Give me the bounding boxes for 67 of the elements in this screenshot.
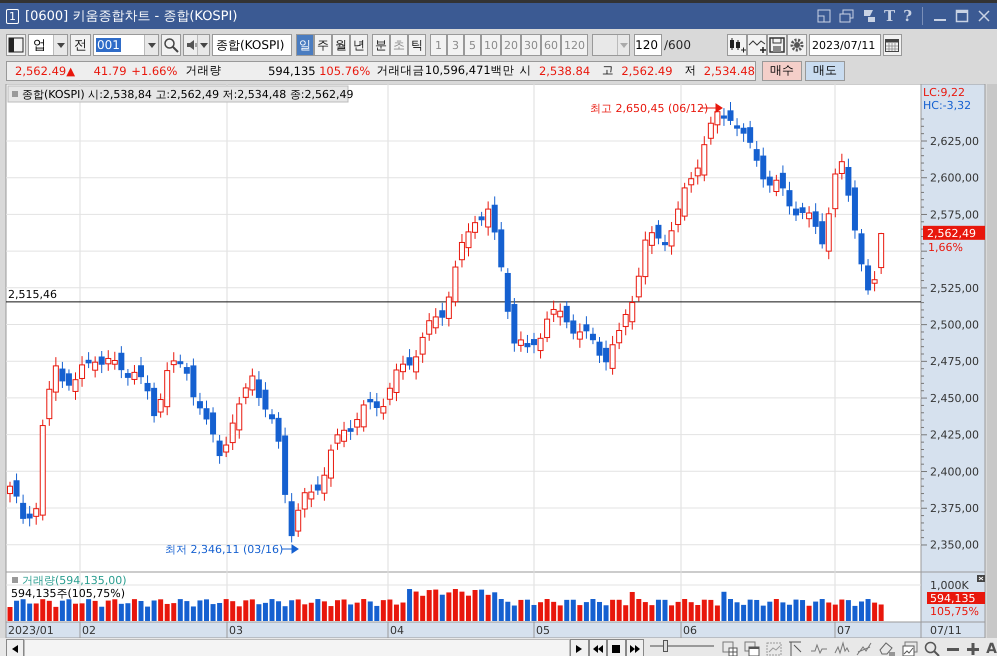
price-axis-label: 2,375,00 <box>930 502 979 515</box>
date-axis-label: 04 <box>390 624 404 637</box>
unit-button[interactable]: 틱 <box>408 34 426 56</box>
code-input-field[interactable]: 001 <box>93 34 159 56</box>
period-tab[interactable]: 월 <box>332 34 350 56</box>
volume-label: 거래량 <box>184 63 222 78</box>
unit-button[interactable]: 분 <box>372 34 390 56</box>
current-price: 2,562.49 <box>15 64 66 78</box>
legend-label: 종합(KOSPI) 시:2,538,84 고:2,562,49 저:2,534,48 종:2,562,49 <box>8 86 354 102</box>
period-tab[interactable]: 주 <box>314 34 332 56</box>
trade-value-label: 거래대금 <box>375 63 424 78</box>
date-axis-label: 06 <box>683 624 697 637</box>
date-axis-end-label: 07/11 <box>930 624 962 637</box>
volume-legend: 거래량(594,135,00) <box>22 574 127 587</box>
price-axis-label: 2,500,00 <box>930 318 979 332</box>
date-axis-label: 2023/01 <box>8 624 54 637</box>
volume-value: 594,135 <box>267 64 316 78</box>
high-annotation: 최고 2,650,45 (06/12) <box>590 102 708 115</box>
change-percent-label: 1,66% <box>928 240 963 254</box>
sell-button[interactable]: 매도 <box>805 60 845 80</box>
buy-button[interactable]: 매수 <box>762 60 802 80</box>
window-number: 1 <box>6 8 19 24</box>
horizontal-line-label: 2,515,46 <box>8 288 57 301</box>
count-field[interactable]: 120 <box>634 34 662 56</box>
total-count: /600 <box>664 38 691 52</box>
name-field[interactable]: 종합(KOSPI) <box>212 34 292 56</box>
price-axis-label: 2,575,00 <box>930 208 979 222</box>
market-dropdown[interactable]: 업 <box>28 34 68 56</box>
trade-value: 10,596,471백만 <box>424 63 515 78</box>
lc-label: LC:9,22 <box>923 86 966 99</box>
hc-label: HC:-3,32 <box>923 99 972 112</box>
volume-percent-label: 105,75% <box>930 605 979 618</box>
title-button[interactable]: ? <box>903 7 912 25</box>
price-axis-label: 2,475,00 <box>930 355 979 368</box>
title-button[interactable]: T <box>884 7 896 25</box>
date-axis-label: 03 <box>229 624 243 637</box>
open-label: 시 <box>520 63 532 78</box>
price-axis-label: 2,450,00 <box>930 392 979 405</box>
low-annotation: 최저 2,346,11 (03/16) <box>165 543 284 556</box>
price-axis-label: 2,525,00 <box>930 282 979 295</box>
high-price: 2,562.49 <box>620 64 673 78</box>
low-label: 저 <box>684 63 697 78</box>
price-axis-label: 2,350,00 <box>930 538 979 552</box>
change-percent: +1.66% <box>130 64 178 78</box>
high-label: 고 <box>602 63 614 78</box>
date-axis-label: 05 <box>536 624 550 637</box>
volume-reading: 594,135주(105,75%) <box>11 587 126 600</box>
volume-axis-label: 1,000K <box>930 579 969 592</box>
volume-percent: 105.76% <box>318 64 370 78</box>
price-axis-label: 2,600,00 <box>930 172 979 185</box>
font-size-button[interactable]: A <box>986 640 997 656</box>
price-axis-label: 2,625,00 <box>930 135 979 148</box>
price-change: 41.79 <box>92 64 127 78</box>
all-button[interactable]: 전 <box>70 34 91 56</box>
date-axis-label: 07 <box>837 624 851 637</box>
period-tab[interactable]: 년 <box>350 34 368 56</box>
date-field[interactable]: 2023/07/11 <box>808 34 881 56</box>
open-price: 2,538.84 <box>538 64 590 78</box>
low-price: 2,534.48 <box>702 64 755 78</box>
date-axis-label: 02 <box>82 624 96 637</box>
price-tag: 2,562,49 <box>923 226 985 240</box>
window-title: [0600] 키움종합차트 - 종합(KOSPI) <box>25 8 238 25</box>
price-axis-label: 2,400,00 <box>930 465 979 478</box>
volume-tag: 594,135 <box>927 592 985 605</box>
up-arrow-icon: ▲ <box>66 64 76 78</box>
period-tab[interactable]: 일 <box>296 34 314 56</box>
price-axis-label: 2,425,00 <box>930 428 979 442</box>
